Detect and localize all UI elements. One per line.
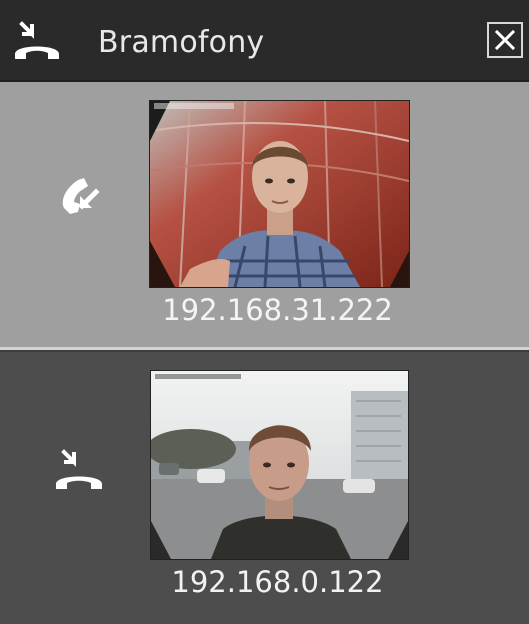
- panel-title: Bramofony: [98, 25, 265, 60]
- camera-feed-image[interactable]: [150, 370, 409, 560]
- intercom-item-1[interactable]: 192.168.31.222: [0, 82, 529, 350]
- intercom-panel: Bramofony 192.168.31.222 192.168.0.122: [0, 0, 529, 624]
- phone-hangup-icon: [12, 20, 62, 64]
- close-button[interactable]: [487, 22, 523, 58]
- phone-hangup-icon[interactable]: [50, 444, 110, 504]
- intercom-item-2[interactable]: 192.168.0.122: [0, 352, 529, 624]
- intercom-ip-label: 192.168.0.122: [171, 565, 384, 599]
- camera-feed-image[interactable]: [149, 100, 410, 288]
- incoming-call-icon[interactable]: [50, 170, 110, 230]
- panel-header: Bramofony: [0, 0, 529, 82]
- close-icon: [495, 30, 515, 50]
- intercom-ip-label: 192.168.31.222: [162, 293, 393, 327]
